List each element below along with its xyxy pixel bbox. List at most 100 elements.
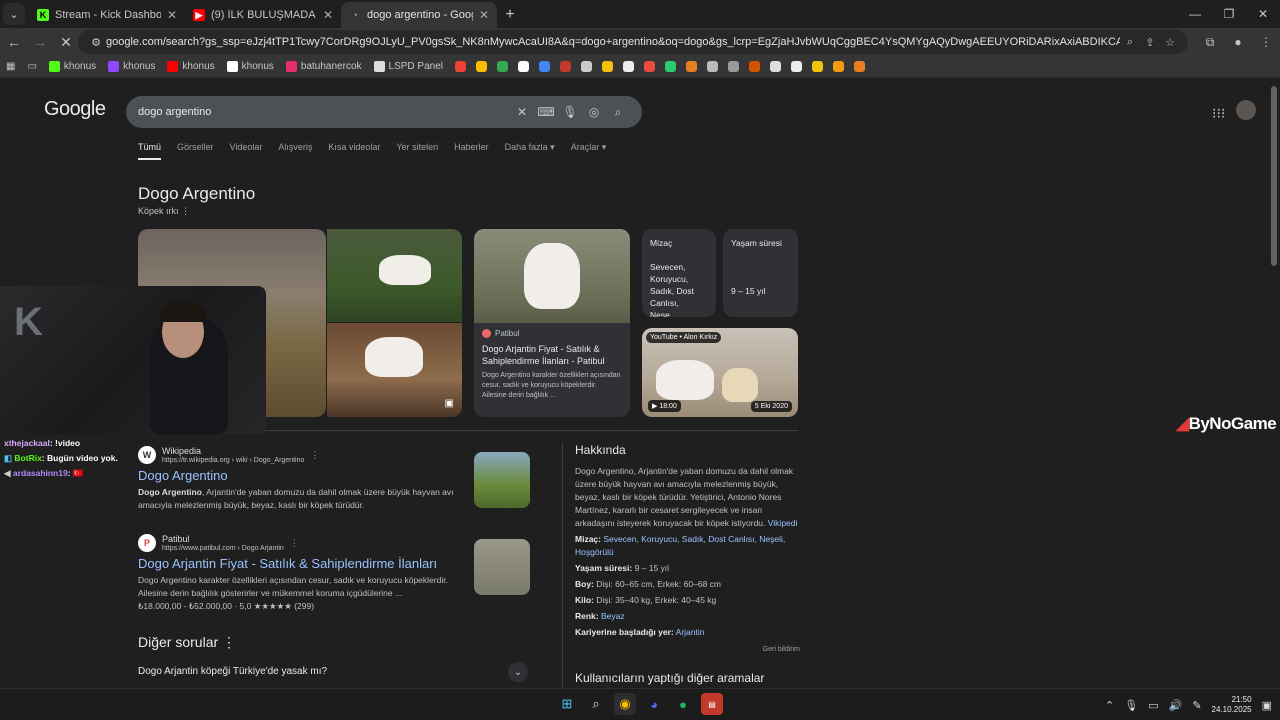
chrome-icon[interactable]: ◉ (614, 693, 636, 715)
bookmark-icon[interactable] (623, 61, 634, 72)
address-bar[interactable]: ⚙ google.com/search?gs_ssp=eJzj4tTP1Tcwy… (78, 30, 1188, 54)
feedback-link[interactable]: Geri bildirim (575, 643, 800, 656)
bookmark-icon[interactable] (728, 61, 739, 72)
folder-icon[interactable]: ▭ (27, 61, 36, 72)
tab-images[interactable]: Görseller (177, 142, 214, 160)
bookmark-khonus-x[interactable]: khonus (226, 61, 274, 72)
chevron-down-icon[interactable]: ⌄ (508, 662, 528, 682)
back-icon[interactable]: ← (2, 30, 26, 54)
clear-icon[interactable]: ✕ (510, 105, 534, 119)
question-item[interactable]: Dogo Arjantin köpeği Türkiye'de yasak mı… (138, 666, 327, 677)
apps-grid-icon[interactable]: ▦ (6, 61, 15, 72)
forward-icon[interactable]: → (28, 30, 52, 54)
bookmark-icon[interactable] (602, 61, 613, 72)
image-gallery-icon[interactable]: ▣ (445, 398, 454, 409)
temperament-card[interactable]: Mizaç Sevecen, Koruyucu, Sadık, Dost Can… (642, 229, 716, 317)
notification-icon[interactable]: ▣ (1262, 699, 1272, 712)
wikipedia-link[interactable]: Vikipedi (768, 518, 798, 528)
result-site[interactable]: P Patibul https://www.patibul.com › Dogo… (138, 534, 458, 552)
result-site[interactable]: W Wikipedia https://tr.wikipedia.org › w… (138, 446, 458, 464)
bookmark-icon[interactable] (581, 61, 592, 72)
close-icon[interactable]: ✕ (323, 8, 333, 22)
bookmark-icon[interactable] (560, 61, 571, 72)
bookmark-icon[interactable] (518, 61, 529, 72)
volume-icon[interactable]: 🔊 (1169, 699, 1183, 712)
dog-image-2[interactable] (327, 229, 462, 322)
tab-search-button[interactable]: ⌄ (3, 3, 25, 25)
wikipedia-thumbnail[interactable] (474, 452, 530, 508)
tab-youtube[interactable]: ▶ (9) İLK BULUŞMADA YAPILMAM ✕ (185, 2, 341, 28)
gmail-icon[interactable] (455, 61, 466, 72)
result-title-link[interactable]: Dogo Argentino (138, 468, 458, 483)
bookmark-instagram[interactable]: batuhanercok (285, 61, 362, 72)
tab-videos[interactable]: Videolar (230, 142, 263, 160)
tab-google-search[interactable]: ◔ dogo argentino - Google'da Ar ✕ (341, 2, 497, 28)
extensions-icon[interactable]: ⧉ (1196, 35, 1224, 50)
result-title-link[interactable]: Dogo Arjantin Fiyat - Satılık & Sahiplen… (138, 556, 458, 571)
bookmark-icon[interactable] (686, 61, 697, 72)
gmail-icon[interactable] (476, 61, 487, 72)
windows-start-icon[interactable]: ⊞ (556, 693, 578, 715)
zoom-icon[interactable]: ⌕ (1120, 36, 1140, 49)
youtube-video-card[interactable]: YouTube • Alon Kırkız ▶ 18:00 5 Eki 2020 (642, 328, 798, 417)
new-tab-button[interactable]: + (497, 2, 523, 28)
search-icon[interactable]: ⌕ (585, 693, 607, 715)
microphone-icon[interactable]: 🎙 (558, 105, 582, 119)
chevron-up-icon[interactable]: ⌃ (1105, 699, 1114, 712)
bookmark-icon[interactable] (665, 61, 676, 72)
scrollbar[interactable] (1271, 86, 1277, 266)
bookmark-icon[interactable] (791, 61, 802, 72)
lifespan-card[interactable]: Yaşam süresi 9 – 15 yıl (723, 229, 798, 317)
media-app-icon[interactable]: ▤ (701, 693, 723, 715)
lens-icon[interactable]: ◎ (582, 105, 606, 119)
bookmark-icon[interactable] (749, 61, 760, 72)
dog-image-3[interactable]: ▣ (327, 323, 462, 417)
bookmark-lspd-panel[interactable]: LSPD Panel (373, 61, 443, 72)
google-logo[interactable]: Google (44, 98, 106, 121)
tab-all[interactable]: Tümü (138, 142, 162, 160)
patibul-card[interactable]: Patibul Dogo Arjantin Fiyat - Satılık & … (474, 229, 630, 417)
search-box[interactable]: dogo argentino ✕ ⌨ 🎙 ◎ ⌕ (126, 96, 642, 128)
google-apps-icon[interactable]: ⁝⁝⁝ (1212, 105, 1225, 122)
patibul-thumbnail[interactable] (474, 539, 530, 595)
minimize-icon[interactable]: — (1178, 0, 1212, 28)
bookmark-khonus-youtube[interactable]: khonus (167, 61, 215, 72)
bookmark-star-icon[interactable]: ☆ (1160, 36, 1180, 49)
tab-news[interactable]: Haberler (454, 142, 489, 160)
bookmark-icon[interactable] (539, 61, 550, 72)
gmail-icon[interactable] (497, 61, 508, 72)
keyboard-icon[interactable]: ⌨ (534, 105, 558, 119)
clock[interactable]: 21:50 24.10.2025 (1212, 695, 1252, 715)
stop-loading-icon[interactable]: ✕ (54, 30, 78, 54)
profile-icon[interactable]: ● (1224, 35, 1252, 49)
avatar[interactable] (1236, 100, 1256, 120)
pen-icon[interactable]: ✎ (1192, 699, 1201, 712)
share-icon[interactable]: ⇪ (1140, 36, 1160, 49)
bookmark-icon[interactable] (770, 61, 781, 72)
bookmark-icon[interactable] (707, 61, 718, 72)
site-info-icon[interactable]: ⚙ (86, 36, 106, 49)
menu-icon[interactable]: ⋮ (1252, 35, 1280, 49)
tab-short-videos[interactable]: Kısa videolar (328, 142, 380, 160)
bookmark-khonus-twitch[interactable]: khonus (108, 61, 155, 72)
tab-tools[interactable]: Araçlar ▾ (571, 142, 607, 160)
tab-web[interactable]: Yer siteleri (396, 142, 438, 160)
search-input[interactable]: dogo argentino (138, 106, 510, 118)
bookmark-khonus-kick[interactable]: khonus (48, 61, 96, 72)
close-icon[interactable]: ✕ (479, 8, 489, 22)
tab-shopping[interactable]: Alışveriş (278, 142, 312, 160)
spotify-icon[interactable]: ● (672, 693, 694, 715)
close-window-icon[interactable]: ✕ (1246, 0, 1280, 28)
bookmark-icon[interactable] (833, 61, 844, 72)
microphone-icon[interactable]: 🎙 (1124, 699, 1138, 712)
bookmark-icon[interactable] (644, 61, 655, 72)
discord-icon[interactable]: ◕ (643, 693, 665, 715)
maximize-icon[interactable]: ❐ (1212, 0, 1246, 28)
bookmark-icon[interactable] (812, 61, 823, 72)
tab-kick-dashboard[interactable]: K Stream - Kick Dashboard ✕ (29, 2, 185, 28)
network-icon[interactable]: ▭ (1148, 699, 1158, 712)
bookmark-icon[interactable] (854, 61, 865, 72)
more-options-icon[interactable]: ⋮ (290, 538, 299, 549)
tab-more[interactable]: Daha fazla ▾ (505, 142, 555, 160)
close-icon[interactable]: ✕ (167, 8, 177, 22)
